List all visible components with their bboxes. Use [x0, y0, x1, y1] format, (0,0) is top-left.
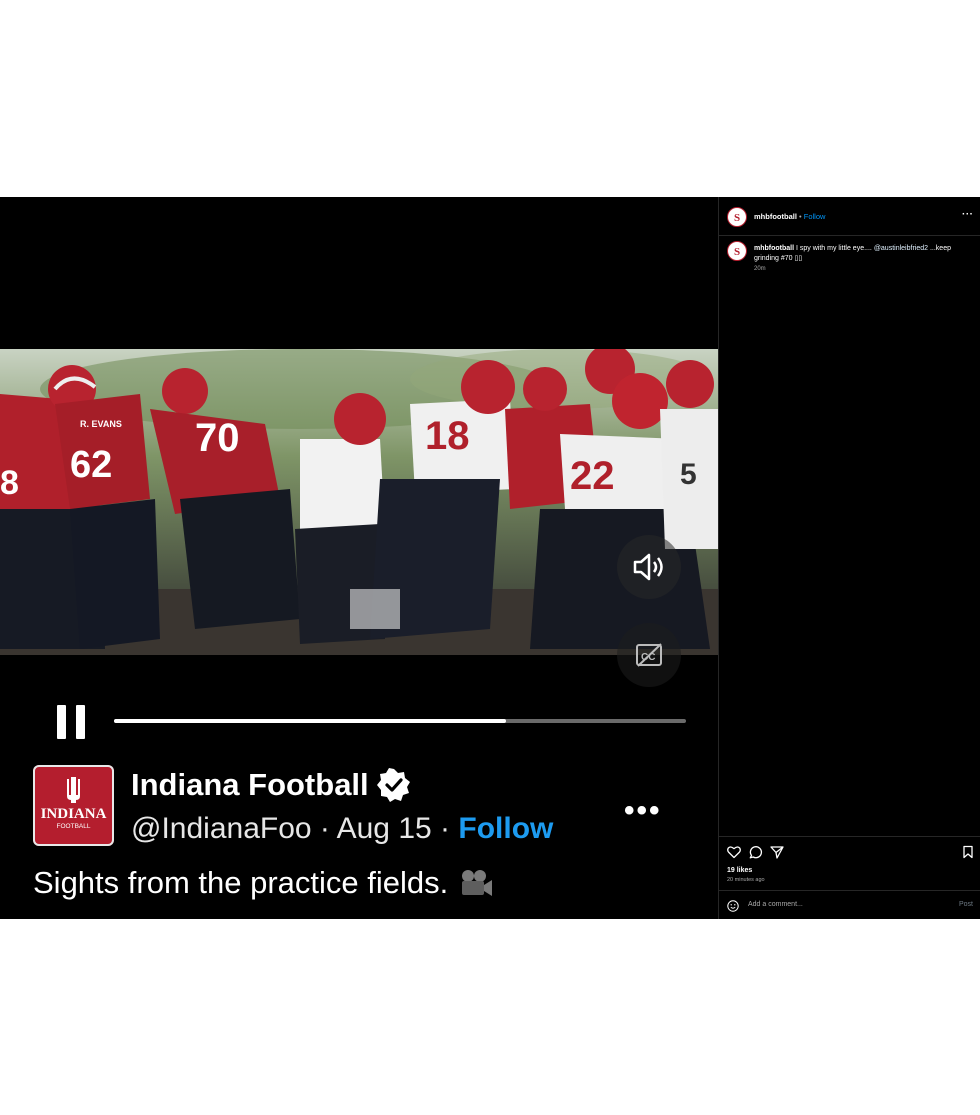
pause-icon [57, 705, 66, 739]
caption-avatar[interactable]: S [727, 241, 747, 261]
jersey-number: 62 [70, 444, 112, 486]
post-username-row: mhbfootball • Follow [754, 212, 826, 221]
video-progress-bar[interactable] [114, 719, 686, 723]
logo-subtext: FOOTBALL [57, 823, 91, 830]
emoji-icon[interactable] [727, 900, 739, 912]
tweet-handle[interactable]: @IndianaFoo [131, 812, 312, 845]
jersey-number: 22 [570, 454, 615, 498]
pause-button[interactable] [55, 705, 87, 739]
svg-text:S: S [734, 246, 740, 258]
tweet-more-options[interactable]: ••• [624, 794, 662, 828]
post-header: S mhbfootball • Follow ··· [719, 197, 980, 236]
video-frame[interactable]: 8 62 R. EVANS 70 18 22 5 [0, 349, 718, 655]
tweet-follow-button[interactable]: Follow [458, 812, 553, 845]
post-username[interactable]: mhbfootball [754, 212, 797, 221]
jersey-number: 70 [195, 416, 240, 460]
post-comment-button[interactable]: Post [959, 901, 973, 908]
avatar[interactable]: S [727, 207, 747, 227]
more-options-icon[interactable]: ··· [962, 209, 974, 220]
caption-time: 20m [754, 266, 766, 272]
football-practice-image: 8 62 R. EVANS 70 18 22 5 [0, 349, 718, 655]
caption-username[interactable]: mhbfootball [754, 245, 794, 252]
indiana-football-avatar[interactable]: INDIANA FOOTBALL [33, 765, 114, 846]
post-media: 8 62 R. EVANS 70 18 22 5 CC [0, 197, 718, 919]
jersey-number: 8 [0, 464, 19, 502]
verified-badge-icon [376, 768, 410, 802]
video-progress-fill [114, 719, 506, 723]
save-bookmark-icon[interactable] [961, 845, 975, 859]
post-caption: mhbfootball I spy with my little eye....… [754, 245, 951, 262]
comment-input[interactable]: Add a comment... [748, 901, 803, 908]
jersey-nameplate: R. EVANS [80, 419, 122, 429]
comment-bar: Add a comment... Post [719, 890, 980, 920]
post-actions: 19 likes 20 minutes ago [719, 836, 980, 891]
tweet-author-name[interactable]: Indiana Football [131, 767, 369, 803]
closed-captions-button[interactable]: CC [617, 623, 681, 687]
movie-camera-icon [462, 870, 493, 896]
jersey-number: 5 [680, 458, 697, 491]
tweet-text: Sights from the practice fields. [33, 865, 494, 901]
instagram-post-modal: 8 62 R. EVANS 70 18 22 5 CC [0, 197, 980, 919]
logo-text: INDIANA [41, 806, 107, 822]
post-timestamp: 20 minutes ago [727, 877, 765, 883]
follow-button[interactable]: Follow [804, 212, 826, 221]
jersey-number: 18 [425, 414, 470, 458]
comment-icon[interactable] [749, 845, 763, 859]
caption-mention[interactable]: @austinleibfried2 [874, 245, 928, 252]
closed-captions-icon: CC [636, 643, 662, 667]
like-heart-icon[interactable] [727, 845, 741, 859]
volume-icon [633, 553, 663, 581]
svg-text:S: S [734, 212, 740, 224]
post-details-panel: S mhbfootball • Follow ··· S mhbfootball… [718, 197, 980, 919]
volume-button[interactable] [617, 535, 681, 599]
tweet-author[interactable]: Indiana Football [131, 767, 411, 803]
tweet-date[interactable]: Aug 15 [337, 812, 432, 845]
share-icon[interactable] [770, 845, 784, 859]
like-count[interactable]: 19 likes [727, 867, 752, 874]
tweet-meta: @IndianaFoo · Aug 15 · Follow [131, 812, 554, 845]
